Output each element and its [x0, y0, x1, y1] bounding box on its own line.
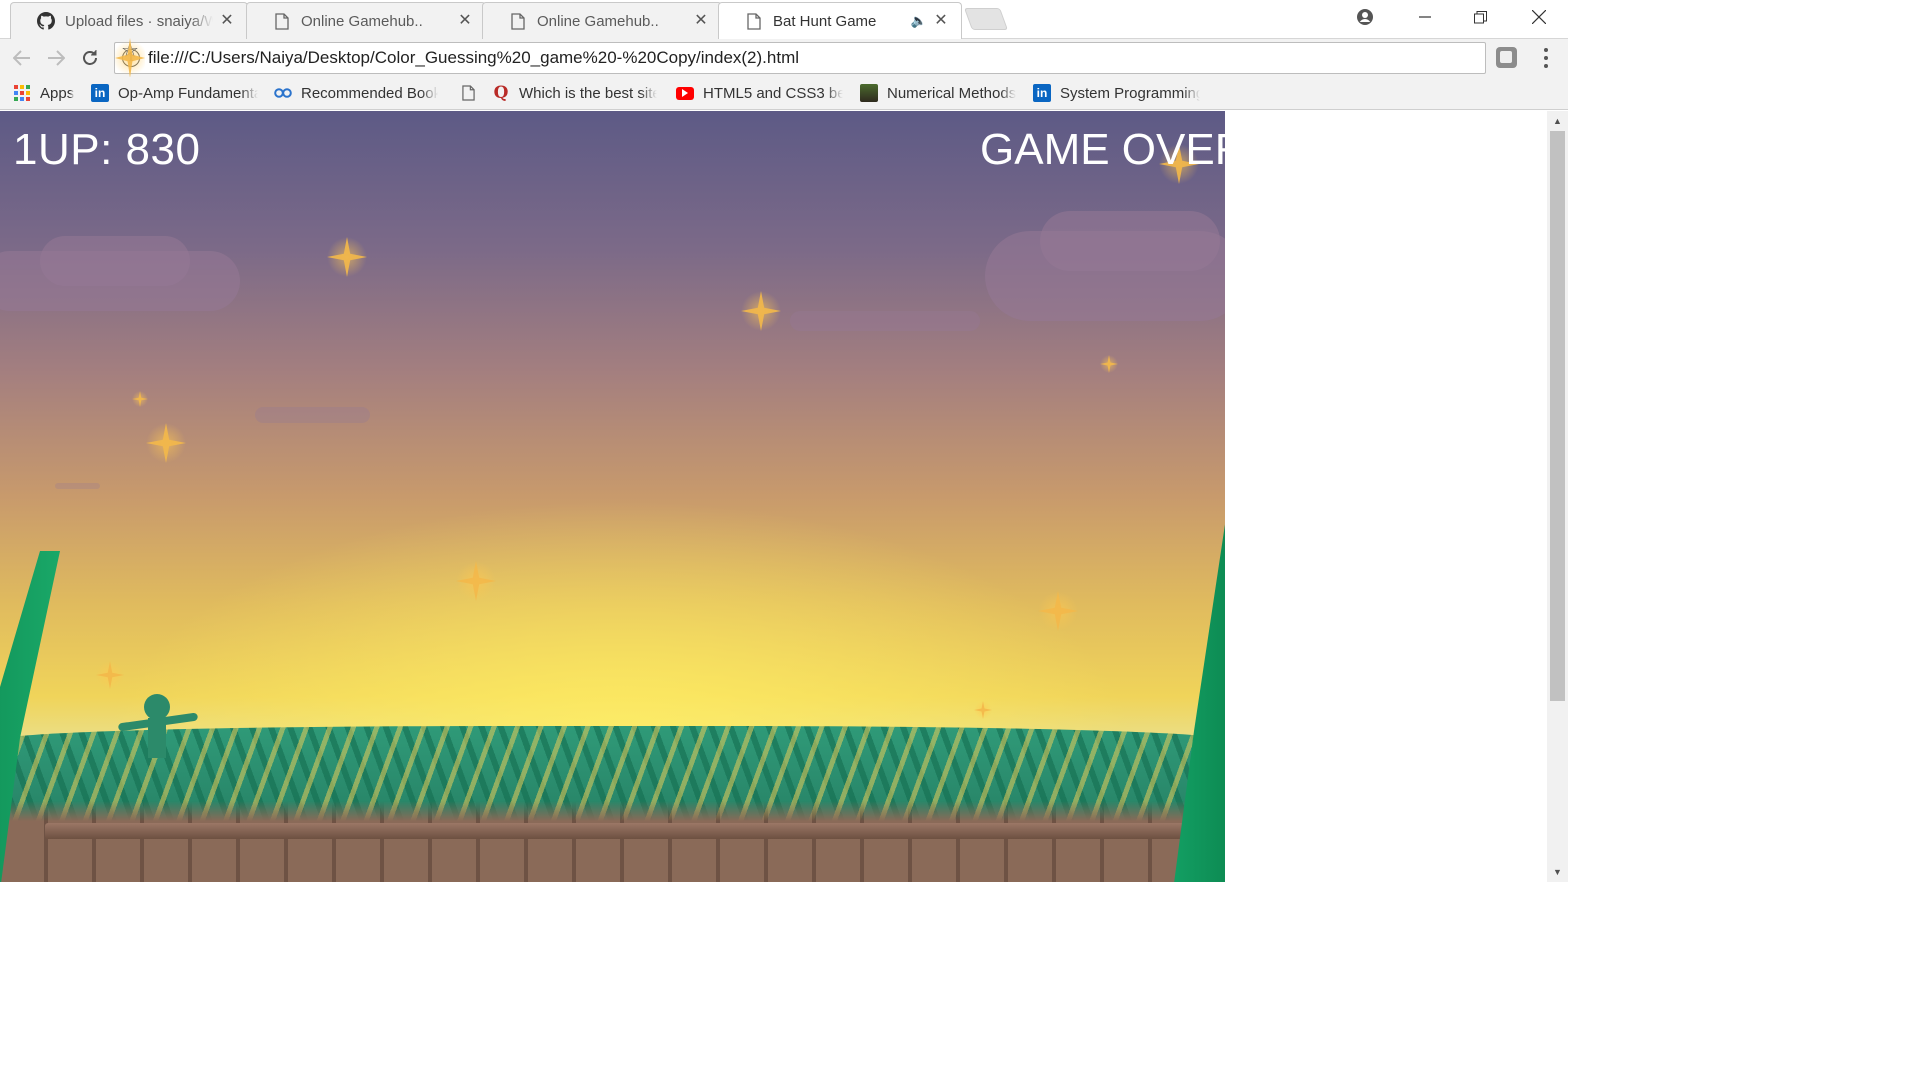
scroll-down-arrow-icon[interactable]: ▼ [1547, 864, 1568, 880]
tab-title: Upload files · snaiya/Web [65, 12, 213, 30]
tab-close-icon[interactable]: ✕ [693, 12, 709, 29]
bookmark-label: Recommended Books [301, 84, 438, 102]
cloud [790, 311, 980, 331]
bookmarks-bar: Apps in Op-Amp Fundamentals Recommended … [0, 77, 1568, 110]
linkedin-icon: in [1033, 84, 1051, 102]
game-canvas[interactable]: 1UP: 830 GAME OVER [0, 111, 1225, 882]
bookmark-untitled[interactable] [459, 81, 486, 105]
fence-rail [45, 823, 1185, 839]
bookmark-label: Op-Amp Fundamentals [118, 84, 258, 102]
cloud [1040, 211, 1220, 271]
thumbnail-icon [860, 84, 878, 102]
sparkle-star-icon [96, 661, 124, 689]
extension-icon[interactable] [1496, 47, 1517, 68]
tab-bat-hunt-game[interactable]: Bat Hunt Game 🔈 ✕ [718, 2, 962, 39]
profile-icon[interactable] [1336, 0, 1393, 34]
game-over-text: GAME OVER [980, 125, 1225, 174]
restore-icon[interactable] [1452, 0, 1509, 34]
apps-grid-icon [13, 84, 31, 102]
youtube-icon [676, 86, 694, 100]
audio-playing-icon[interactable]: 🔈 [911, 13, 927, 29]
tab-close-icon[interactable]: ✕ [933, 12, 949, 29]
tab-title: Bat Hunt Game [773, 12, 877, 30]
cloud [55, 483, 100, 489]
score-display: 1UP: 830 [13, 125, 201, 174]
bookmark-star-icon[interactable]: ☆ [115, 38, 145, 78]
page-icon [459, 84, 477, 102]
sparkle-star-icon [146, 423, 186, 463]
bookmark-label: System Programming [1060, 84, 1200, 102]
wooden-fence [0, 801, 1225, 882]
linkedin-icon: in [91, 84, 109, 102]
bookmark-label: Apps [40, 84, 75, 102]
sparkle-star-icon [741, 291, 781, 331]
cloud [40, 236, 190, 286]
tab-online-gamehub-2[interactable]: Online Gamehub.. ✕ [482, 2, 722, 39]
back-arrow-icon[interactable] [8, 45, 36, 71]
tab-online-gamehub-1[interactable]: Online Gamehub.. ✕ [246, 2, 486, 39]
forward-arrow-icon[interactable] [42, 45, 70, 71]
menu-dots-icon[interactable] [1538, 48, 1554, 68]
quora-icon: Q [493, 83, 509, 103]
coursera-icon [274, 84, 292, 102]
bookmark-html5-css3[interactable]: HTML5 and CSS3 beginners [676, 81, 843, 105]
tab-title: Online Gamehub.. [537, 12, 659, 30]
url-text[interactable]: file:///C:/Users/Naiya/Desktop/Color_Gue… [148, 48, 1485, 68]
sparkle-star-icon [974, 701, 992, 719]
scarecrow [117, 694, 199, 758]
reload-icon[interactable] [76, 45, 104, 71]
sparkle-star-icon [327, 237, 367, 277]
sparkle-star-icon [1038, 591, 1078, 631]
bookmark-label: Numerical Methods [887, 84, 1017, 102]
tab-title: Online Gamehub.. [301, 12, 423, 30]
page-icon [509, 12, 527, 30]
sparkle-star-icon [132, 391, 148, 407]
vertical-scrollbar[interactable]: ▲ ▼ [1547, 111, 1568, 882]
browser-toolbar: i file:///C:/Users/Naiya/Desktop/Color_G… [0, 38, 1568, 78]
page-icon [745, 12, 763, 30]
tab-close-icon[interactable]: ✕ [457, 12, 473, 29]
close-icon[interactable] [1510, 0, 1567, 34]
scrollbar-thumb[interactable] [1550, 131, 1565, 701]
github-icon [37, 12, 55, 30]
scroll-up-arrow-icon[interactable]: ▲ [1547, 113, 1568, 129]
bookmark-numerical-methods[interactable]: Numerical Methods [860, 81, 1016, 105]
tab-close-icon[interactable]: ✕ [219, 12, 235, 29]
address-bar[interactable]: i file:///C:/Users/Naiya/Desktop/Color_G… [114, 38, 1486, 78]
page-icon [273, 12, 291, 30]
new-tab-button[interactable] [963, 8, 1009, 30]
bookmark-recommended-books[interactable]: Recommended Books [274, 81, 438, 105]
bookmark-label: HTML5 and CSS3 beginners [703, 84, 843, 102]
tab-strip: Upload files · snaiya/Web ✕ Online Gameh… [0, 0, 1568, 39]
sparkle-star-icon [456, 561, 496, 601]
minimize-icon[interactable] [1396, 0, 1453, 34]
tab-github-upload[interactable]: Upload files · snaiya/Web ✕ [10, 2, 248, 39]
cloud [255, 407, 370, 423]
bookmark-label: Which is the best site [519, 84, 657, 102]
bookmark-apps[interactable]: Apps [13, 81, 74, 105]
bookmark-op-amp[interactable]: in Op-Amp Fundamentals [91, 81, 258, 105]
page-viewport: 1UP: 830 GAME OVER ▲ ▼ [0, 111, 1568, 882]
bookmark-which-best-site[interactable]: Q Which is the best site [492, 81, 657, 105]
sparkle-star-icon [1100, 355, 1118, 373]
bookmark-system-programming[interactable]: in System Programming [1033, 81, 1200, 105]
